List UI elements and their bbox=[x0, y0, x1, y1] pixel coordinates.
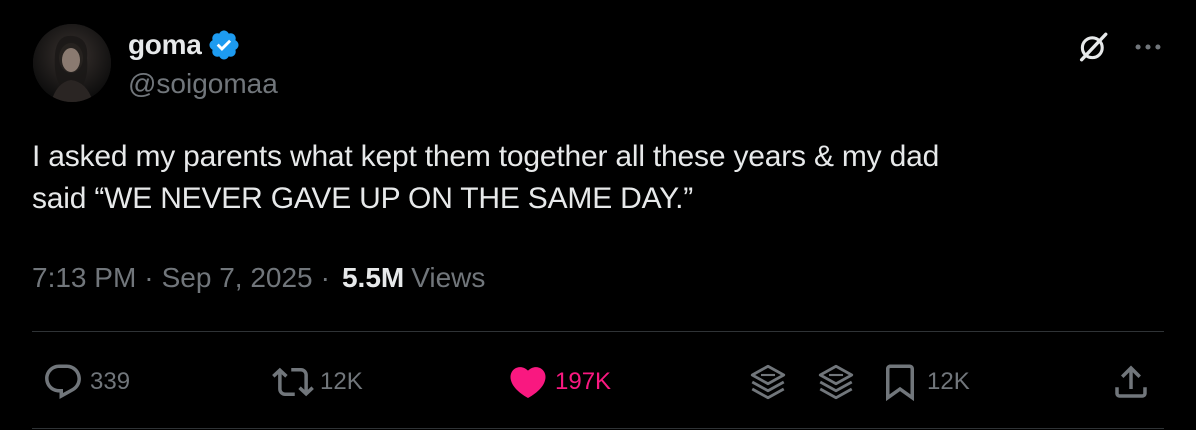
tweet-time[interactable]: 7:13 PM bbox=[32, 262, 136, 294]
tweet-meta: 7:13 PM · Sep 7, 2025 · 5.5M Views bbox=[32, 262, 485, 294]
avatar[interactable] bbox=[33, 24, 111, 102]
meta-separator: · bbox=[320, 262, 330, 293]
share-icon bbox=[1115, 365, 1147, 398]
meta-separator: · bbox=[144, 262, 154, 293]
like-button[interactable]: 197K bbox=[507, 356, 611, 408]
reply-count: 339 bbox=[90, 368, 131, 395]
like-count: 197K bbox=[555, 368, 612, 395]
reply-icon bbox=[45, 364, 81, 399]
display-name[interactable]: goma bbox=[128, 29, 202, 61]
author-handle[interactable]: @soigomaa bbox=[128, 68, 278, 100]
layers-icon bbox=[818, 364, 854, 400]
like-icon bbox=[510, 367, 546, 399]
share-button[interactable] bbox=[1110, 356, 1152, 408]
views-label[interactable]: Views bbox=[411, 262, 485, 294]
tweet-text-line: said “WE NEVER GAVE UP ON THE SAME DAY.” bbox=[32, 182, 694, 215]
layers-icon bbox=[750, 364, 786, 400]
repost-icon bbox=[272, 367, 314, 397]
author-name-row[interactable]: goma bbox=[128, 28, 241, 62]
layers-button[interactable] bbox=[747, 356, 789, 408]
tweet-date[interactable]: Sep 7, 2025 bbox=[162, 262, 313, 294]
action-bar: 339 12K 197K 12K bbox=[32, 356, 1164, 408]
divider bbox=[32, 428, 1164, 429]
layers-button[interactable] bbox=[815, 356, 857, 408]
bookmark-count: 12K bbox=[927, 368, 970, 395]
bookmark-button[interactable]: 12K bbox=[879, 356, 970, 408]
repost-count: 12K bbox=[320, 368, 363, 395]
more-icon[interactable] bbox=[1130, 30, 1166, 64]
repost-button[interactable]: 12K bbox=[272, 356, 363, 408]
views-count[interactable]: 5.5M bbox=[342, 262, 404, 294]
grok-icon[interactable] bbox=[1076, 30, 1110, 64]
tweet-text-line: I asked my parents what kept them togeth… bbox=[32, 140, 940, 173]
divider bbox=[32, 331, 1164, 332]
bookmark-icon bbox=[886, 364, 914, 402]
avatar-photo bbox=[33, 24, 111, 102]
verified-badge-icon bbox=[209, 30, 240, 60]
reply-button[interactable]: 339 bbox=[42, 356, 130, 408]
tweet-text: I asked my parents what kept them togeth… bbox=[32, 136, 1162, 220]
